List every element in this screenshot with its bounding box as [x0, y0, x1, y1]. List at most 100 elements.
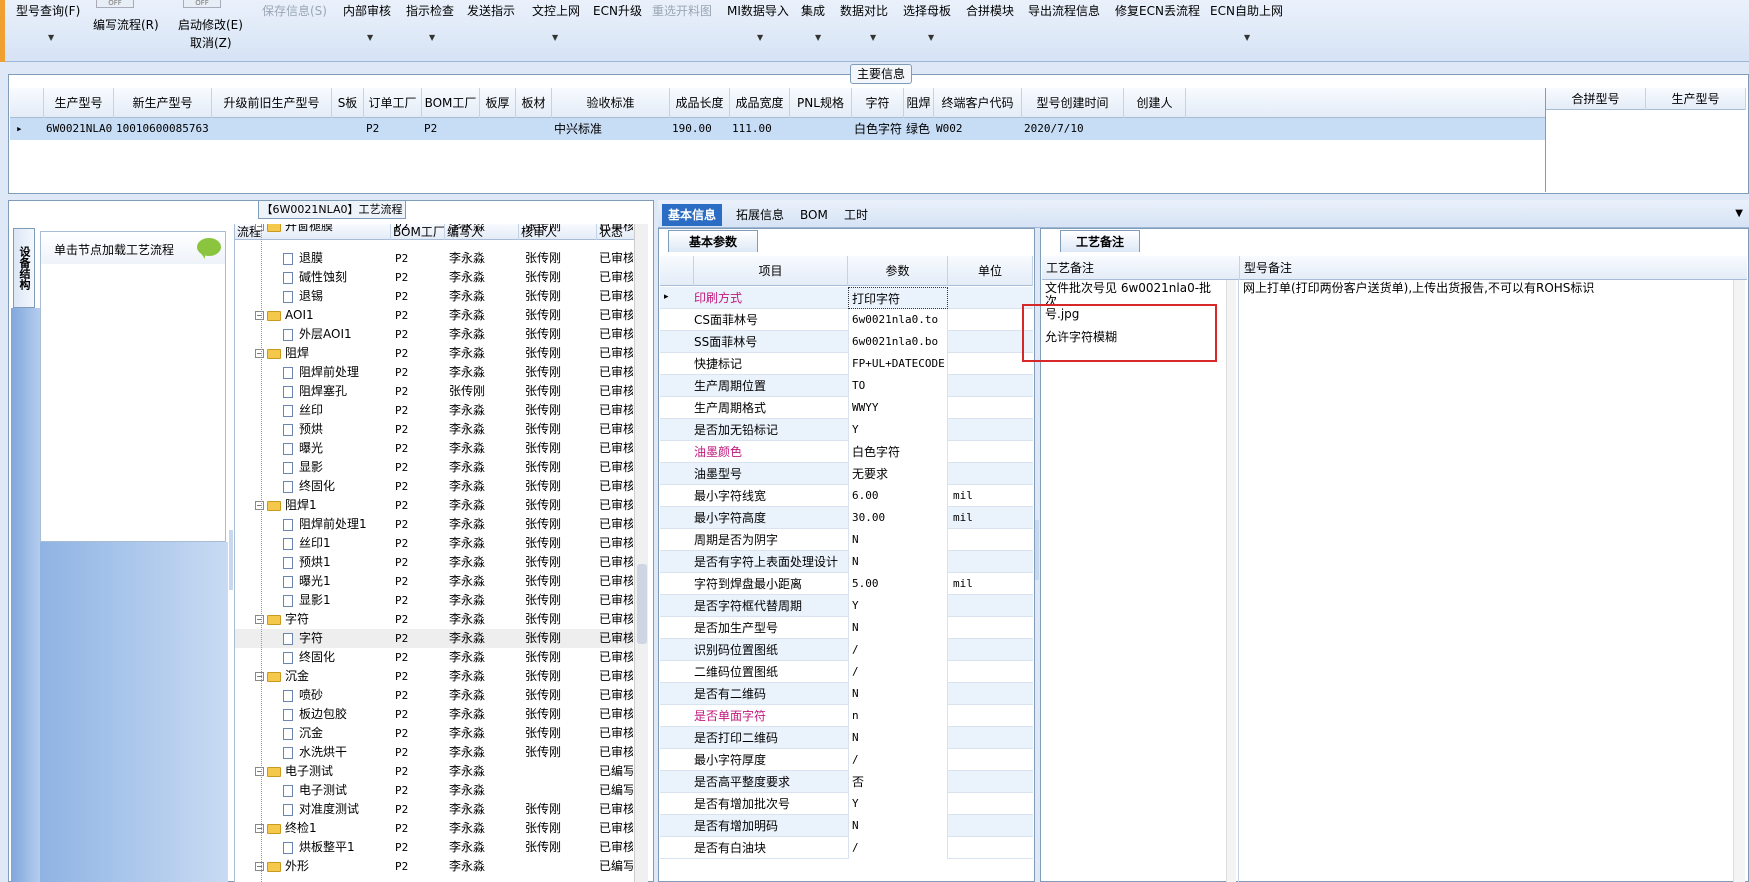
main-col-1[interactable]: 新生产型号 — [114, 88, 212, 118]
param-value-cell[interactable]: / — [848, 749, 948, 771]
toolbar-button-10[interactable]: 重选开料图 — [652, 2, 712, 19]
main-col-9[interactable]: 成品长度 — [670, 88, 730, 118]
tree-row[interactable]: 板边包胶 P2 李永淼 张传刚 已审核 — [235, 705, 633, 724]
toolbar-button-7[interactable]: 发送指示 — [467, 2, 515, 19]
tree-row[interactable]: 退膜 P2 李永淼 张传刚 已审核 — [235, 249, 633, 268]
param-row[interactable]: 是否有增加批次号 Y — [660, 793, 1033, 815]
tree-row[interactable]: − 开窗褪膜 P2 李永淼 张传刚 已审核 — [235, 224, 633, 236]
param-row[interactable]: 是否单面字符 n — [660, 705, 1033, 727]
tree-row[interactable]: 预烘1 P2 李永淼 张传刚 已审核 — [235, 553, 633, 572]
main-cell-8[interactable]: 中兴标准 — [552, 118, 670, 140]
main-col-2[interactable]: 升级前旧生产型号 — [212, 88, 332, 118]
main-cell-15[interactable]: 2020/7/10 — [1022, 118, 1124, 140]
middle-splitter[interactable] — [1035, 520, 1039, 580]
dropdown-caret-icon[interactable]: ▼ — [429, 33, 435, 42]
tab-process-remarks[interactable]: 工艺备注 — [1060, 230, 1140, 252]
main-cell-12[interactable]: 白色字符 — [852, 118, 904, 140]
tree-row[interactable]: 碱性蚀刻 P2 李永淼 张传刚 已审核 — [235, 268, 633, 287]
tree-row[interactable]: 丝印1 P2 李永淼 张传刚 已审核 — [235, 534, 633, 553]
main-col-16[interactable]: 创建人 — [1124, 88, 1186, 118]
toolbar-button-11[interactable]: MI数据导入 — [727, 2, 789, 19]
merge-col-merge-model[interactable]: 合拼型号 — [1546, 88, 1646, 110]
tree-row[interactable]: 对准度测试 P2 李永淼 张传刚 已审核 — [235, 800, 633, 819]
collapse-icon[interactable]: − — [255, 224, 264, 231]
tree-row[interactable]: − 阻焊1 P2 李永淼 张传刚 已审核 — [235, 496, 633, 515]
tree-row[interactable]: 曝光1 P2 李永淼 张传刚 已审核 — [235, 572, 633, 591]
toolbar-button-3[interactable]: 取消(Z) — [190, 34, 232, 51]
main-cell-7[interactable] — [516, 118, 552, 140]
main-col-4[interactable]: 订单工厂 — [364, 88, 422, 118]
param-row[interactable]: 是否加无铅标记 Y — [660, 419, 1033, 441]
param-row[interactable]: 快捷标记 FP+UL+DATECODE — [660, 353, 1033, 375]
param-row[interactable]: 周期是否为阴字 N — [660, 529, 1033, 551]
param-row[interactable]: 是否加生产型号 N — [660, 617, 1033, 639]
tree-row[interactable]: − 外形 P2 李永淼 已编写 — [235, 857, 633, 876]
right-tab-0[interactable]: 基本信息 — [662, 204, 723, 226]
main-col-13[interactable]: 阻焊 — [904, 88, 934, 118]
tree-row[interactable]: 外层AOI1 P2 李永淼 张传刚 已审核 — [235, 325, 633, 344]
tree-row[interactable]: 预烘 P2 李永淼 张传刚 已审核 — [235, 420, 633, 439]
dropdown-caret-icon[interactable]: ▼ — [552, 33, 558, 42]
toolbar-button-8[interactable]: 文控上网 — [532, 2, 580, 19]
main-cell-0[interactable]: 6W0021NLA0 — [44, 118, 114, 140]
tree-row[interactable]: 丝印 P2 李永淼 张传刚 已审核 — [235, 401, 633, 420]
param-value-cell[interactable]: N — [848, 727, 948, 749]
dropdown-caret-icon[interactable]: ▼ — [928, 33, 934, 42]
tree-row[interactable]: 字符 P2 李永淼 张传刚 已审核 — [235, 629, 633, 648]
param-row[interactable]: 最小字符厚度 / — [660, 749, 1033, 771]
collapse-icon[interactable]: − — [255, 672, 264, 681]
toolbar-button-15[interactable]: 合拼模块 — [966, 2, 1014, 19]
param-value-cell[interactable]: TO — [848, 375, 948, 397]
param-row[interactable]: 是否字符框代替周期 Y — [660, 595, 1033, 617]
param-value-cell[interactable]: 30.00 — [848, 507, 948, 529]
param-row[interactable]: 是否有增加明码 N — [660, 815, 1033, 837]
param-row[interactable]: ▸ 印刷方式 打印字符 — [660, 287, 1033, 309]
dropdown-caret-icon[interactable]: ▼ — [367, 33, 373, 42]
toolbar-button-1[interactable]: 编写流程(R) — [93, 16, 159, 33]
toolbar-button-16[interactable]: 导出流程信息 — [1028, 2, 1100, 19]
toolbar-button-18[interactable]: ECN自助上网 — [1210, 2, 1283, 19]
main-col-6[interactable]: 板厚 — [480, 88, 516, 118]
tree-row[interactable]: 电子测试 P2 李永淼 已编写 — [235, 781, 633, 800]
main-cell-16[interactable] — [1124, 118, 1186, 140]
right-tab-1[interactable]: 拓展信息 — [730, 204, 790, 226]
collapse-icon[interactable]: − — [255, 824, 264, 833]
main-cell-14[interactable]: W002 — [934, 118, 1022, 140]
side-tab-equipment-structure[interactable]: 设备结构 — [13, 228, 35, 308]
main-cell-13[interactable]: 绿色 — [904, 118, 934, 140]
process-tree-scrollbar[interactable] — [634, 224, 648, 882]
param-row[interactable]: 识别码位置图纸 / — [660, 639, 1033, 661]
toolbar-button-13[interactable]: 数据对比 — [840, 2, 888, 19]
collapse-icon[interactable]: − — [255, 862, 264, 871]
merge-col-production-model[interactable]: 生产型号 — [1646, 88, 1746, 110]
param-row[interactable]: 是否有二维码 N — [660, 683, 1033, 705]
main-cell-11[interactable] — [790, 118, 852, 140]
toolbar-button-14[interactable]: 选择母板 — [903, 2, 951, 19]
dropdown-caret-icon[interactable]: ▼ — [48, 33, 54, 42]
dropdown-caret-icon[interactable]: ▼ — [815, 33, 821, 42]
collapse-icon[interactable]: − — [255, 349, 264, 358]
toolbar-button-9[interactable]: ECN升级 — [593, 2, 642, 19]
tree-row[interactable]: 退锡 P2 李永淼 张传刚 已审核 — [235, 287, 633, 306]
main-col-15[interactable]: 型号创建时间 — [1022, 88, 1124, 118]
tree-row[interactable]: 显影1 P2 李永淼 张传刚 已审核 — [235, 591, 633, 610]
tree-row[interactable]: 曝光 P2 李永淼 张传刚 已审核 — [235, 439, 633, 458]
model-remark-text[interactable]: 网上打单(打印两份客户送货单),上传出货报告,不可以有ROHS标识 — [1243, 282, 1723, 295]
main-cell-4[interactable]: P2 — [364, 118, 422, 140]
main-cell-2[interactable] — [212, 118, 332, 140]
param-value-cell[interactable]: 打印字符 — [848, 287, 948, 309]
param-value-cell[interactable]: 6.00 — [848, 485, 948, 507]
tree-row[interactable]: 沉金 P2 李永淼 张传刚 已审核 — [235, 724, 633, 743]
param-value-cell[interactable]: N — [848, 683, 948, 705]
toolbar-button-4[interactable]: 保存信息(S) — [262, 2, 327, 19]
param-row[interactable]: 是否打印二维码 N — [660, 727, 1033, 749]
param-grid-corner[interactable] — [660, 256, 694, 286]
param-row[interactable]: 是否有字符上表面处理设计 N — [660, 551, 1033, 573]
param-value-cell[interactable]: 白色字符 — [848, 441, 948, 463]
main-col-12[interactable]: 字符 — [852, 88, 904, 118]
main-col-5[interactable]: BOM工厂 — [422, 88, 480, 118]
param-col-2[interactable]: 单位 — [948, 256, 1033, 286]
param-row[interactable]: 生产周期格式 WWYY — [660, 397, 1033, 419]
main-grid-row[interactable]: ▸ 6W0021NLA0 10010600085763 P2 P2 中兴标准 190.00 1… — [10, 118, 1545, 140]
param-row[interactable]: 最小字符高度 30.00 mil — [660, 507, 1033, 529]
